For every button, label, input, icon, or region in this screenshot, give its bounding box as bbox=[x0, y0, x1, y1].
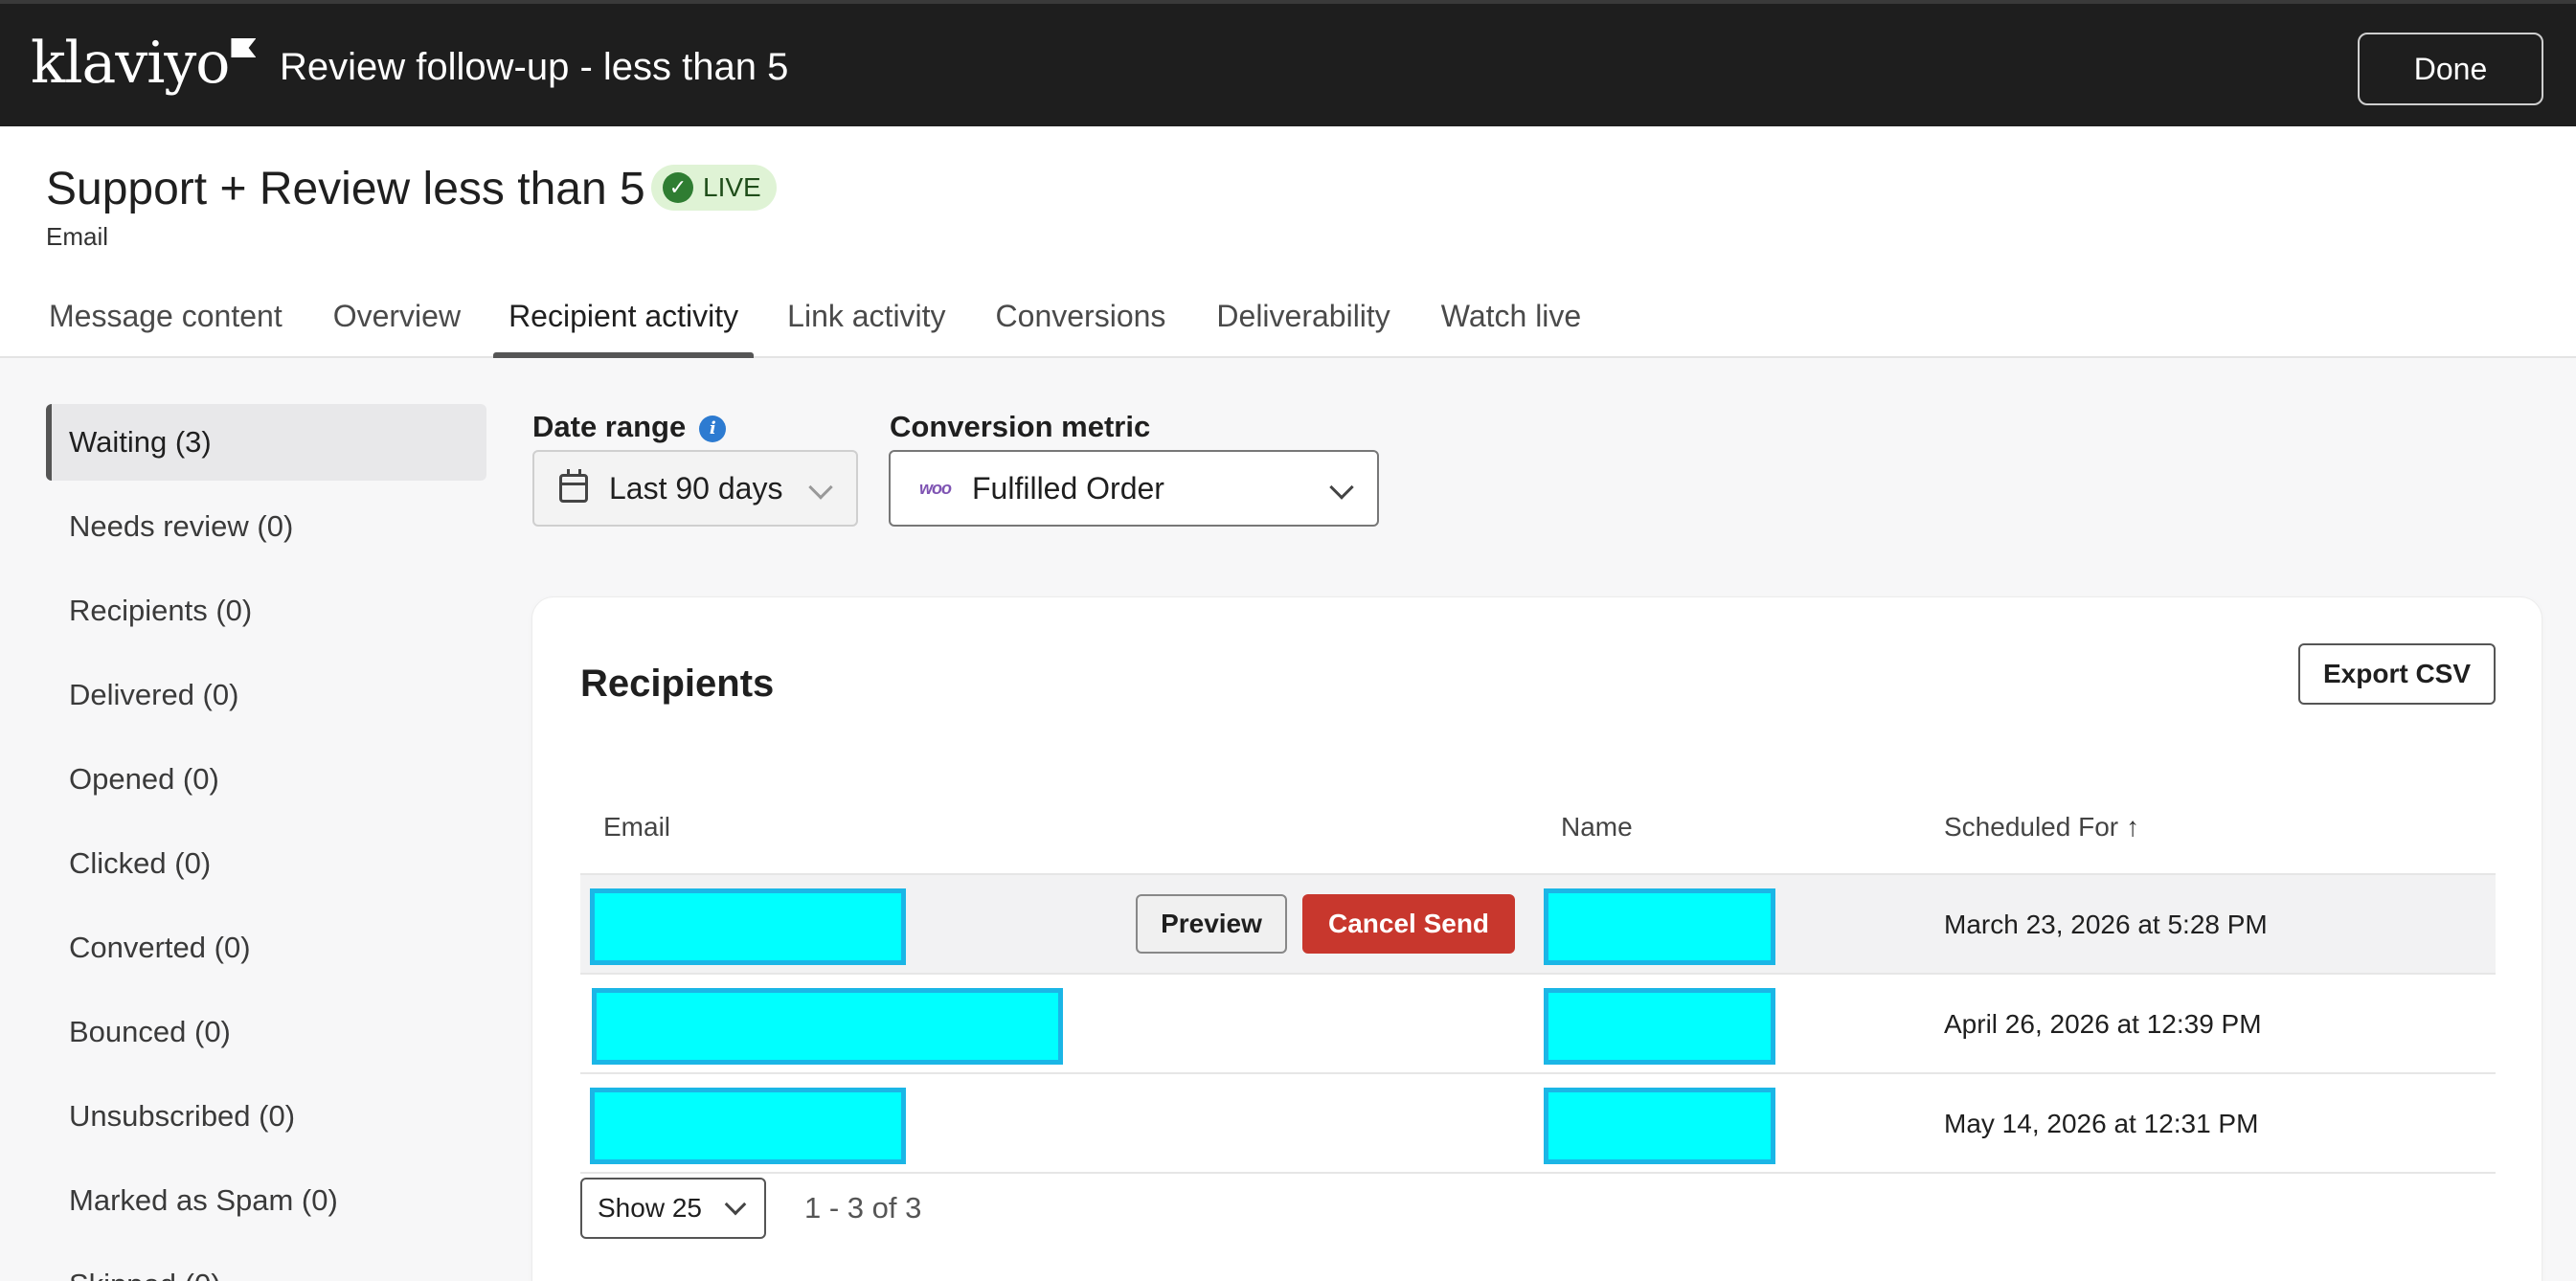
column-header-name[interactable]: Name bbox=[1561, 812, 1633, 843]
column-header-scheduled-for-label: Scheduled For bbox=[1944, 812, 2119, 842]
pagination-range: 1 - 3 of 3 bbox=[804, 1191, 922, 1225]
sidebar-item-skipped[interactable]: Skipped (0) bbox=[46, 1247, 486, 1281]
table-row[interactable]: May 14, 2026 at 12:31 PM bbox=[580, 1074, 2496, 1174]
message-type: Email bbox=[46, 222, 109, 251]
conversion-metric-value: Fulfilled Order bbox=[972, 470, 1164, 506]
tab-bar: Message content Overview Recipient activ… bbox=[0, 280, 1581, 358]
conversion-metric-label: Conversion metric bbox=[890, 410, 1151, 443]
tab-conversions[interactable]: Conversions bbox=[996, 280, 1166, 358]
campaign-title: Support + Review less than 5 bbox=[46, 164, 645, 214]
chevron-down-icon bbox=[808, 475, 833, 500]
sidebar-item-waiting[interactable]: Waiting (3) bbox=[46, 404, 486, 481]
table-header: Email Name Scheduled For ↑ bbox=[580, 798, 2496, 875]
column-header-email[interactable]: Email bbox=[603, 812, 670, 843]
date-range-label: Date range i bbox=[532, 410, 727, 444]
tab-watch-live[interactable]: Watch live bbox=[1441, 280, 1581, 358]
redacted-name bbox=[1544, 1088, 1775, 1164]
redacted-name bbox=[1544, 988, 1775, 1065]
redacted-name bbox=[1544, 888, 1775, 965]
campaign-header: Support + Review less than 5 ✓ LIVE Emai… bbox=[0, 126, 2576, 358]
recipients-title: Recipients bbox=[580, 663, 775, 705]
flag-icon bbox=[231, 38, 257, 57]
done-button[interactable]: Done bbox=[2358, 33, 2543, 105]
tab-message-content[interactable]: Message content bbox=[49, 280, 282, 358]
recipients-card: Recipients Export CSV Email Name Schedul… bbox=[532, 597, 2542, 1281]
sidebar-item-delivered[interactable]: Delivered (0) bbox=[46, 657, 486, 733]
sidebar-item-unsubscribed[interactable]: Unsubscribed (0) bbox=[46, 1078, 486, 1155]
page-size-value: Show 25 bbox=[598, 1193, 702, 1223]
sidebar-item-needs-review[interactable]: Needs review (0) bbox=[46, 488, 486, 565]
table-row[interactable]: Preview Cancel Send March 23, 2026 at 5:… bbox=[580, 875, 2496, 975]
info-icon[interactable]: i bbox=[699, 415, 727, 442]
woocommerce-icon: woo bbox=[919, 478, 952, 498]
date-range-select[interactable]: Last 90 days bbox=[532, 450, 858, 527]
redacted-email bbox=[590, 1088, 906, 1164]
top-bar: klaviyo Review follow-up - less than 5 D… bbox=[0, 0, 2576, 126]
tab-overview[interactable]: Overview bbox=[333, 280, 461, 358]
pagination: Show 25 1 - 3 of 3 bbox=[580, 1178, 921, 1239]
scheduled-for-value: May 14, 2026 at 12:31 PM bbox=[1944, 1109, 2259, 1138]
preview-button[interactable]: Preview bbox=[1136, 894, 1287, 954]
sidebar-item-opened[interactable]: Opened (0) bbox=[46, 741, 486, 818]
recipient-status-sidebar: Waiting (3) Needs review (0) Recipients … bbox=[46, 404, 486, 1281]
tab-deliverability[interactable]: Deliverability bbox=[1216, 280, 1390, 358]
redacted-email bbox=[592, 988, 1063, 1065]
tab-link-activity[interactable]: Link activity bbox=[787, 280, 945, 358]
klaviyo-logo[interactable]: klaviyo bbox=[31, 34, 257, 92]
chevron-down-icon bbox=[724, 1193, 747, 1216]
scheduled-for-value: March 23, 2026 at 5:28 PM bbox=[1944, 910, 2268, 939]
sidebar-item-recipients[interactable]: Recipients (0) bbox=[46, 573, 486, 649]
tab-recipient-activity[interactable]: Recipient activity bbox=[493, 280, 755, 358]
status-badge-label: LIVE bbox=[703, 172, 761, 202]
page-size-select[interactable]: Show 25 bbox=[580, 1178, 766, 1239]
table-row[interactable]: April 26, 2026 at 12:39 PM bbox=[580, 975, 2496, 1074]
sort-ascending-icon: ↑ bbox=[2126, 812, 2140, 842]
redacted-email bbox=[590, 888, 906, 965]
sidebar-item-clicked[interactable]: Clicked (0) bbox=[46, 825, 486, 902]
sidebar-item-converted[interactable]: Converted (0) bbox=[46, 910, 486, 986]
sidebar-item-bounced[interactable]: Bounced (0) bbox=[46, 994, 486, 1070]
sidebar-item-marked-as-spam[interactable]: Marked as Spam (0) bbox=[46, 1162, 486, 1239]
scheduled-for-value: April 26, 2026 at 12:39 PM bbox=[1944, 1009, 2262, 1039]
conversion-metric-select[interactable]: woo Fulfilled Order bbox=[889, 450, 1379, 527]
export-csv-button[interactable]: Export CSV bbox=[2298, 643, 2496, 705]
check-circle-icon: ✓ bbox=[663, 172, 693, 203]
date-range-value: Last 90 days bbox=[609, 470, 783, 506]
column-header-scheduled-for[interactable]: Scheduled For ↑ bbox=[1944, 812, 2139, 843]
date-range-label-text: Date range bbox=[532, 410, 687, 443]
flow-title: Review follow-up - less than 5 bbox=[280, 46, 789, 88]
chevron-down-icon bbox=[1329, 475, 1354, 500]
recipients-table: Email Name Scheduled For ↑ Preview Cancel… bbox=[580, 798, 2496, 1174]
calendar-icon bbox=[559, 469, 588, 503]
cancel-send-button[interactable]: Cancel Send bbox=[1302, 894, 1515, 954]
status-badge: ✓ LIVE bbox=[651, 165, 777, 211]
